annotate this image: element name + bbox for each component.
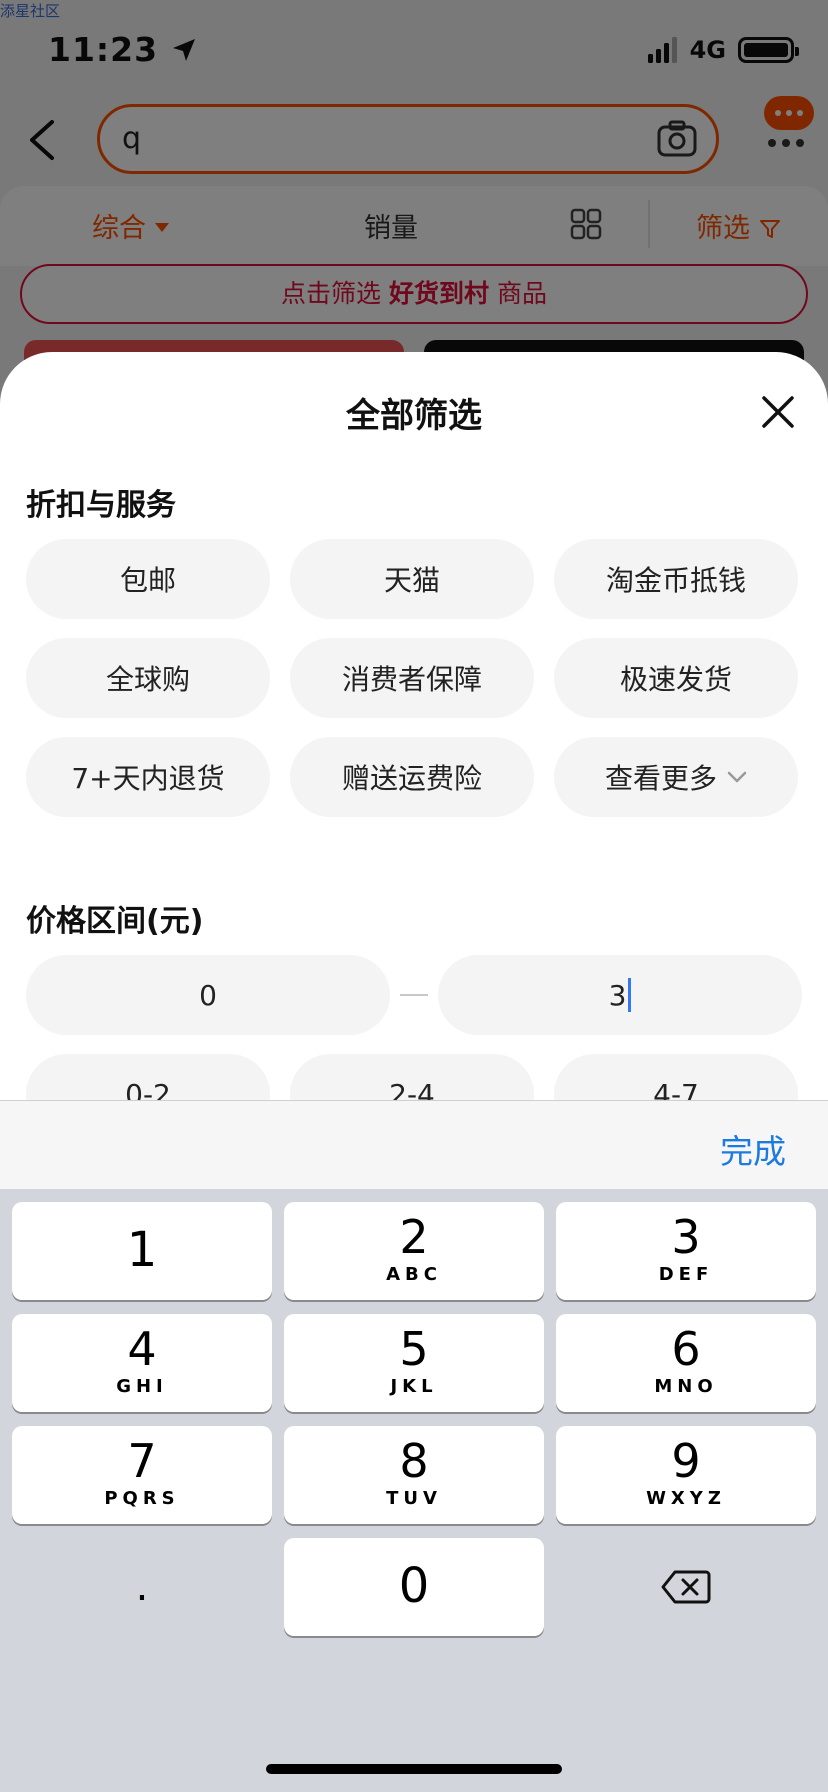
key-digit: 2: [399, 1210, 429, 1264]
key-letters: ABC: [386, 1264, 442, 1285]
service-chip[interactable]: 天猫: [290, 539, 534, 619]
key-decimal-label: .: [135, 1564, 149, 1610]
key-digit: 0: [398, 1558, 430, 1614]
key-7[interactable]: 7 PQRS: [12, 1426, 272, 1524]
show-more-button[interactable]: 查看更多: [554, 737, 798, 817]
backspace-icon: [661, 1570, 711, 1604]
service-chip[interactable]: 极速发货: [554, 638, 798, 718]
key-letters: GHI: [116, 1376, 168, 1397]
service-chip[interactable]: 7+天内退货: [26, 737, 270, 817]
service-chip[interactable]: 消费者保障: [290, 638, 534, 718]
key-3[interactable]: 3 DEF: [556, 1202, 816, 1300]
text-caret: [628, 978, 632, 1012]
service-chip[interactable]: 全球购: [26, 638, 270, 718]
min-price-value: 0: [199, 978, 217, 1012]
service-section-title: 折扣与服务: [26, 488, 176, 523]
key-0[interactable]: 0: [284, 1538, 544, 1636]
service-chip[interactable]: 包邮: [26, 539, 270, 619]
key-letters: WXYZ: [646, 1488, 726, 1509]
close-icon[interactable]: [760, 394, 796, 430]
home-indicator[interactable]: [266, 1764, 562, 1774]
key-decimal[interactable]: .: [12, 1538, 272, 1636]
key-letters: TUV: [386, 1488, 442, 1509]
key-6[interactable]: 6 MNO: [556, 1314, 816, 1412]
keyboard-toolbar: 完成: [0, 1100, 828, 1189]
key-5[interactable]: 5 JKL: [284, 1314, 544, 1412]
key-2[interactable]: 2 ABC: [284, 1202, 544, 1300]
key-letters: PQRS: [104, 1488, 180, 1509]
key-letters: JKL: [390, 1376, 438, 1397]
key-digit: 6: [671, 1322, 701, 1376]
key-9[interactable]: 9 WXYZ: [556, 1426, 816, 1524]
service-chip[interactable]: 淘金币抵钱: [554, 539, 798, 619]
price-range-dash: [400, 994, 428, 996]
chevron-down-icon: [727, 771, 747, 783]
min-price-input[interactable]: 0: [26, 955, 390, 1035]
key-digit: 9: [671, 1434, 701, 1488]
show-more-label: 查看更多: [604, 762, 717, 795]
key-digit: 3: [671, 1210, 701, 1264]
key-backspace[interactable]: [556, 1538, 816, 1636]
key-digit: 4: [127, 1322, 157, 1376]
max-price-input[interactable]: 3: [438, 955, 802, 1035]
price-section-title: 价格区间(元): [26, 904, 204, 939]
key-digit: 5: [399, 1322, 429, 1376]
key-digit: 7: [127, 1434, 157, 1488]
sheet-title: 全部筛选: [346, 396, 482, 436]
key-4[interactable]: 4 GHI: [12, 1314, 272, 1412]
key-letters: MNO: [654, 1376, 718, 1397]
key-1[interactable]: 1: [12, 1202, 272, 1300]
key-digit: 8: [399, 1434, 429, 1488]
max-price-value: 3: [608, 978, 627, 1012]
key-digit: 1: [126, 1222, 158, 1278]
done-button[interactable]: 完成: [720, 1125, 786, 1173]
key-letters: DEF: [658, 1264, 714, 1285]
service-chip[interactable]: 赠送运费险: [290, 737, 534, 817]
key-8[interactable]: 8 TUV: [284, 1426, 544, 1524]
numeric-keyboard: 完成 1 2 ABC 3 DEF 4 GHI 5 JKL 6 MNO 7 PQR…: [0, 1100, 828, 1792]
